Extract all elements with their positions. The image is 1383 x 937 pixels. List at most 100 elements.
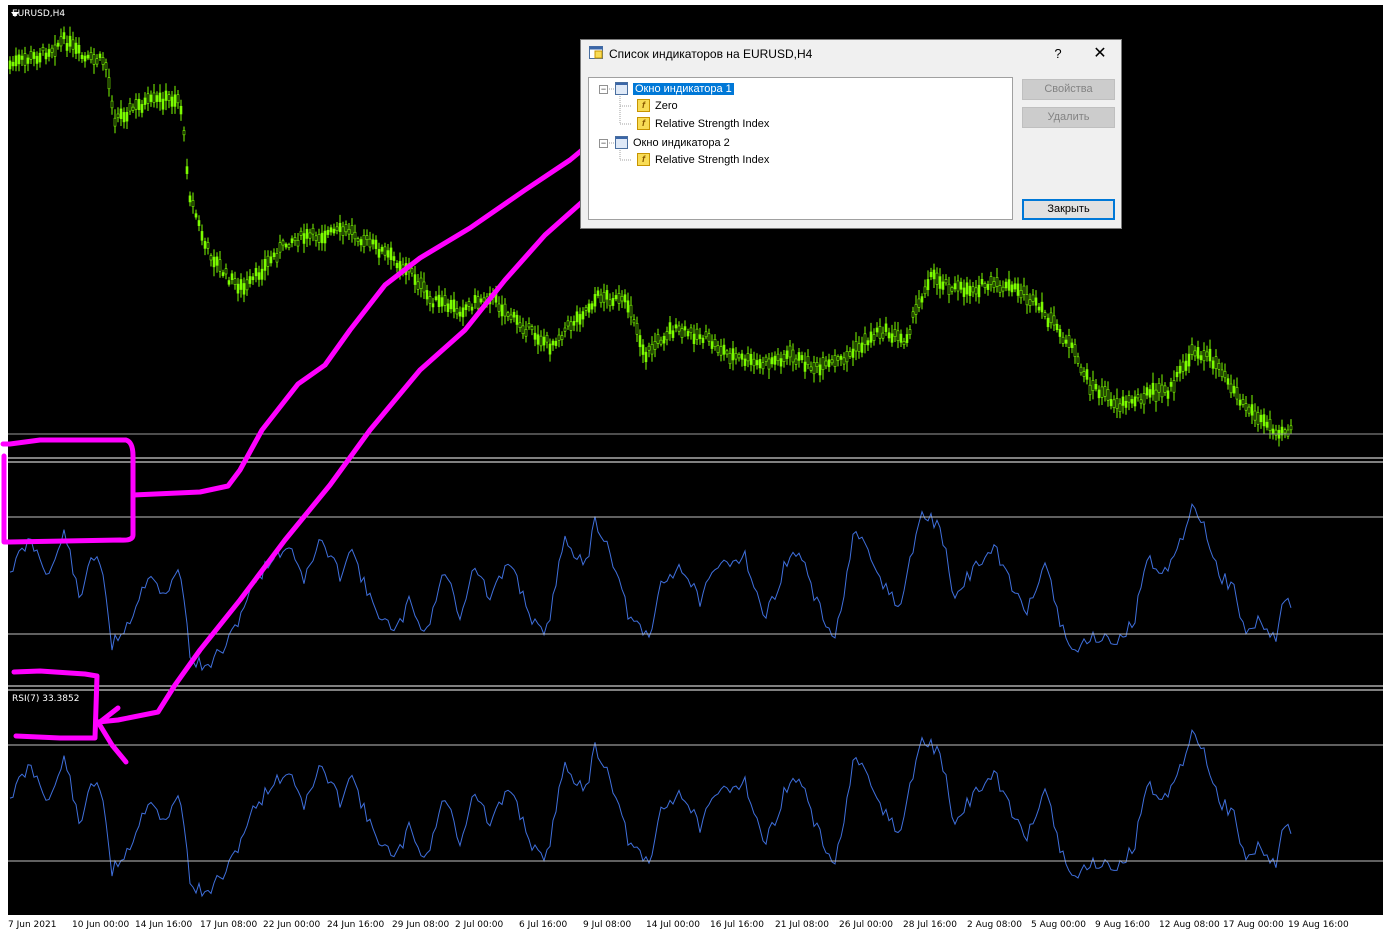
candle-body xyxy=(875,327,879,333)
time-axis-label: 21 Jul 08:00 xyxy=(775,920,829,930)
candle-body xyxy=(65,43,69,51)
candle-body xyxy=(8,60,12,70)
candle-body xyxy=(959,281,963,290)
candle-body xyxy=(53,44,57,57)
candle-body xyxy=(1016,283,1020,296)
delete-button[interactable]: Удалить xyxy=(1022,107,1115,128)
candle-body xyxy=(1097,389,1101,399)
candle-body xyxy=(743,358,747,366)
candle-body xyxy=(1283,429,1287,434)
tree-item-rsi-1[interactable]: f Relative Strength Index xyxy=(637,115,769,132)
candle-body xyxy=(662,336,666,344)
candle-body xyxy=(1007,279,1011,291)
candle-body xyxy=(440,297,444,307)
candle-body xyxy=(86,54,90,59)
help-button[interactable]: ? xyxy=(1049,44,1067,64)
candle-body xyxy=(173,94,177,107)
candle-body xyxy=(347,229,351,235)
candle-body xyxy=(542,336,546,346)
candle-body xyxy=(1121,396,1125,406)
candle-body xyxy=(134,99,138,110)
candle-body xyxy=(287,244,291,248)
candle-body xyxy=(1178,365,1182,374)
candle-body xyxy=(32,52,36,59)
candle-body xyxy=(932,269,936,280)
candle-body xyxy=(122,112,126,123)
candle-body xyxy=(518,322,522,328)
candle-body xyxy=(1025,294,1029,306)
close-button[interactable]: Закрыть xyxy=(1022,199,1115,220)
indicator-window-icon xyxy=(615,136,628,149)
candle-body xyxy=(1103,386,1107,397)
candle-body xyxy=(371,239,375,245)
candle-body xyxy=(728,353,732,365)
function-icon: f xyxy=(637,99,650,112)
candle-body xyxy=(1211,360,1215,369)
candle-body xyxy=(449,299,453,310)
candle-body xyxy=(656,334,660,344)
candle-body xyxy=(854,341,858,352)
candle-body xyxy=(125,111,129,122)
candle-body xyxy=(1088,384,1092,395)
time-axis-label: 6 Jul 16:00 xyxy=(519,920,568,930)
indicators-list-icon xyxy=(589,46,603,59)
candle-body xyxy=(851,348,855,358)
tree-item-window-1[interactable]: Окно индикатора 1 xyxy=(615,80,734,97)
time-axis-label: 24 Jun 16:00 xyxy=(327,920,385,930)
candle-body xyxy=(1052,315,1056,326)
chart-symbol-label: EURUSD,H4 xyxy=(12,9,66,19)
candle-body xyxy=(1073,344,1077,357)
candle-body xyxy=(974,287,978,295)
candle-body xyxy=(68,35,72,47)
time-axis-label: 2 Jul 00:00 xyxy=(455,920,504,930)
candle-body xyxy=(659,339,663,345)
candle-body xyxy=(233,278,237,285)
candle-body xyxy=(860,342,864,353)
candle-body xyxy=(530,326,534,331)
candle-body xyxy=(1133,396,1137,407)
candle-body xyxy=(533,332,537,340)
candle-body xyxy=(1079,366,1083,374)
collapse-toggle-window-1[interactable]: − xyxy=(599,85,608,94)
collapse-toggle-window-2[interactable]: − xyxy=(599,139,608,148)
candle-body xyxy=(47,49,51,57)
candle-body xyxy=(863,333,867,345)
candle-body xyxy=(17,54,21,65)
indicator-tree[interactable]: − − Окно индикатора 1 f Zero f Relative … xyxy=(588,77,1013,220)
time-axis-label: 17 Aug 00:00 xyxy=(1223,920,1284,930)
tree-item-label: Окно индикатора 1 xyxy=(633,82,734,95)
candle-body xyxy=(536,334,540,345)
candle-body xyxy=(1193,350,1197,357)
candle-body xyxy=(971,286,975,293)
candle-body xyxy=(335,226,339,232)
candle-body xyxy=(773,355,777,365)
tree-item-zero[interactable]: f Zero xyxy=(637,97,678,114)
candle-body xyxy=(839,355,843,360)
candle-body xyxy=(98,53,102,58)
candle-body xyxy=(581,311,585,320)
candle-body xyxy=(101,57,105,65)
candle-body xyxy=(446,303,450,313)
candle-body xyxy=(368,238,372,248)
candle-body xyxy=(725,350,729,355)
candle-body xyxy=(1289,425,1293,431)
candle-body xyxy=(1028,299,1032,306)
candle-body xyxy=(560,335,564,340)
candle-body xyxy=(824,360,828,367)
tree-item-rsi-2[interactable]: f Relative Strength Index xyxy=(637,151,769,168)
candle-body xyxy=(209,255,213,261)
candle-body xyxy=(29,51,33,60)
candle-body xyxy=(422,281,426,293)
candle-body xyxy=(842,357,846,365)
candle-body xyxy=(629,304,633,318)
candle-body xyxy=(461,307,465,318)
properties-button[interactable]: Свойства xyxy=(1022,79,1115,100)
close-icon[interactable]: ✕ xyxy=(1089,44,1111,64)
tree-item-window-2[interactable]: Окно индикатора 2 xyxy=(615,134,730,151)
candle-body xyxy=(473,295,477,303)
candle-body xyxy=(95,58,99,65)
candle-body xyxy=(1268,418,1272,431)
candle-body xyxy=(410,268,414,274)
candle-body xyxy=(443,295,447,306)
candle-body xyxy=(1271,428,1275,434)
